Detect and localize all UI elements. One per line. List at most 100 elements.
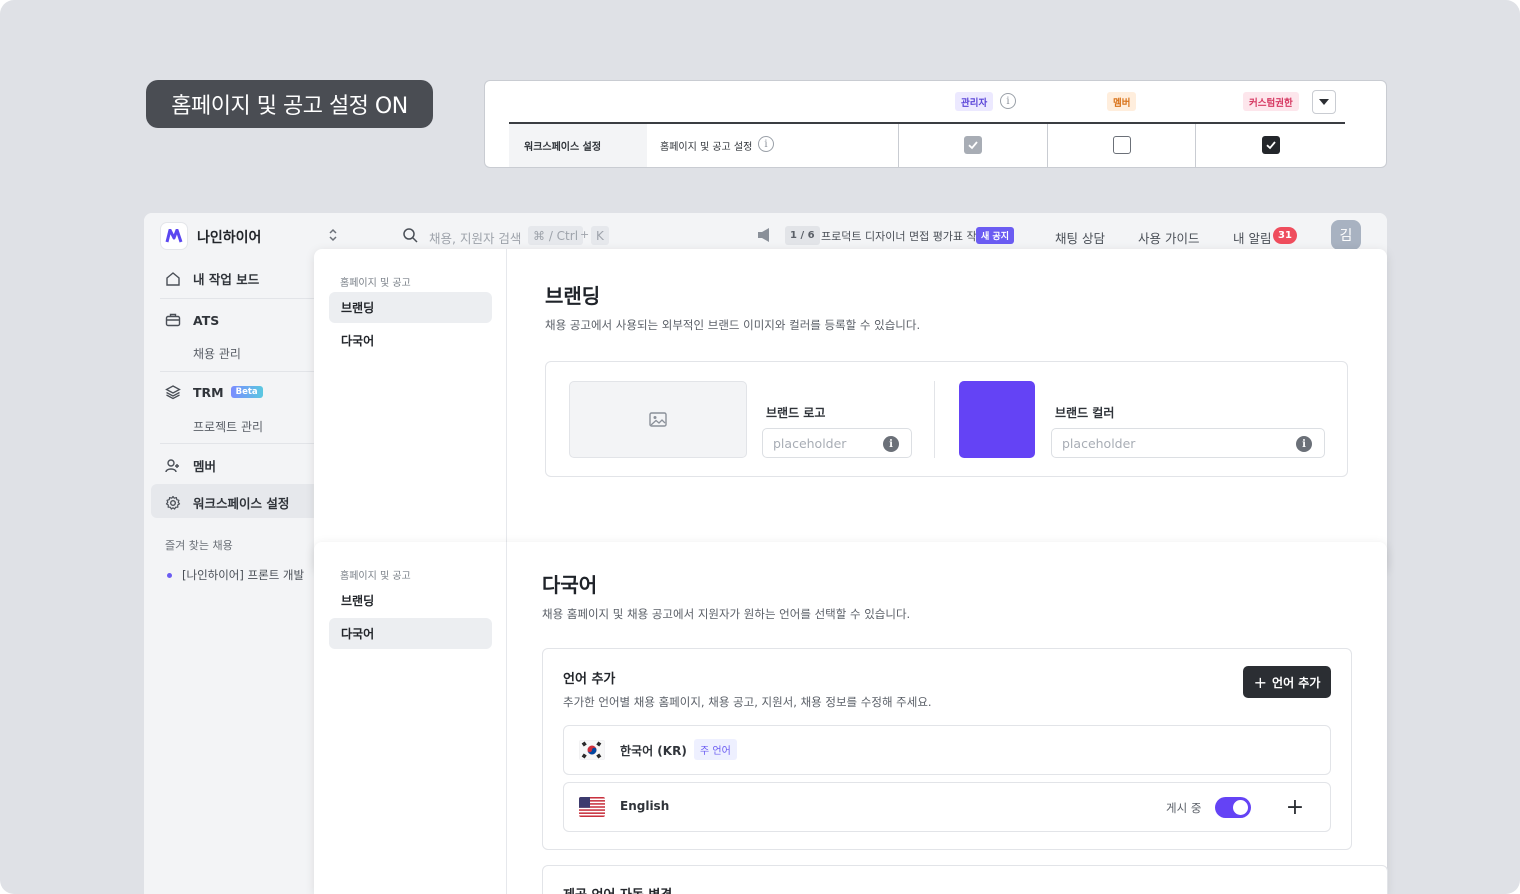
sidebar-sub-recruit[interactable]: 채용 관리 <box>193 345 241 362</box>
us-flag-icon <box>579 797 605 817</box>
notice-text[interactable]: 프로덕트 디자이너 면접 평가표 작... <box>821 228 987 244</box>
auto-language-section: 제공 언어 자동 변경 <box>542 865 1388 894</box>
workspace-name[interactable]: 나인하이어 <box>197 227 261 247</box>
gear-icon <box>164 494 182 512</box>
language-row-ko: 한국어 (KR) 주 언어 <box>563 725 1331 775</box>
alarm-link[interactable]: 내 알림 <box>1233 228 1271 247</box>
permission-name: 홈페이지 및 공고 설정 <box>660 142 753 153</box>
workspace-switch-icon[interactable] <box>328 228 338 242</box>
shortcut-key: ⌘ / Ctrl <box>528 226 584 245</box>
alarm-count-badge: 31 <box>1273 227 1297 244</box>
page-title: 다국어 <box>542 573 598 597</box>
language-row-en: English 게시 중 + <box>563 782 1331 832</box>
plus-icon[interactable]: + <box>1282 794 1308 820</box>
logo-upload[interactable] <box>569 381 747 458</box>
brand-logo-input[interactable]: placeholder i <box>762 428 912 458</box>
subnav-item-branding[interactable]: 브랜딩 <box>329 292 492 323</box>
column-divider <box>898 124 899 168</box>
language-name: English <box>620 799 670 813</box>
avatar[interactable]: 김 <box>1331 220 1361 250</box>
favorite-item-label: [나인하이어] 프론트 개발 <box>182 568 305 582</box>
chevron-down-icon[interactable] <box>1312 90 1336 114</box>
sidebar-item-trm[interactable]: TRM Beta <box>164 383 263 401</box>
admin-checkbox <box>964 136 982 154</box>
page-description: 채용 공고에서 사용되는 외부적인 브랜드 이미지와 컬러를 등록할 수 있습니… <box>545 318 921 332</box>
info-icon[interactable]: i <box>758 136 774 152</box>
sidebar-item-label: 워크스페이스 설정 <box>193 496 290 511</box>
permission-category: 워크스페이스 설정 <box>509 124 647 167</box>
sidebar-item-member[interactable]: 멤버 <box>164 456 216 475</box>
divider <box>934 381 935 458</box>
page-title: 브랜딩 <box>545 284 601 308</box>
role-tag-custom: 커스텀권한 <box>1243 92 1299 111</box>
publish-toggle[interactable] <box>1215 797 1251 818</box>
member-checkbox[interactable] <box>1113 136 1131 154</box>
check-icon <box>1266 141 1276 150</box>
workspace-logo-icon <box>161 223 187 249</box>
permission-table: 관리자 i 멤버 커스텀권한 워크스페이스 설정 홈페이지 및 공고 설정 i <box>484 80 1387 168</box>
settings-subnav: 홈페이지 및 공고 브랜딩 다국어 <box>314 249 507 569</box>
add-user-icon <box>164 457 182 475</box>
guide-link[interactable]: 사용 가이드 <box>1138 228 1199 247</box>
canvas: 홈페이지 및 공고 설정 ON 관리자 i 멤버 커스텀권한 워크스페이스 설정… <box>0 0 1520 894</box>
sidebar-item-label: TRM <box>193 384 224 400</box>
chat-link[interactable]: 채팅 상담 <box>1055 228 1105 247</box>
favorites-title: 즐겨 찾는 채용 <box>165 539 233 552</box>
sidebar-item-label: ATS <box>193 312 220 328</box>
brand-color-swatch[interactable] <box>959 381 1035 458</box>
check-icon <box>968 141 978 150</box>
multilang-card: 홈페이지 및 공고 브랜딩 다국어 다국어 채용 홈페이지 및 채용 공고에서 … <box>314 542 1388 894</box>
role-tag-member: 멤버 <box>1107 92 1137 111</box>
section-title: 제공 언어 자동 변경 <box>563 884 672 894</box>
layers-icon <box>164 383 182 401</box>
sidebar-sub-project[interactable]: 프로젝트 관리 <box>193 418 263 435</box>
language-section: 언어 추가 추가한 언어별 채용 홈페이지, 채용 공고, 지원서, 채용 정보… <box>542 648 1352 850</box>
sidebar-item-ats[interactable]: ATS <box>164 311 219 329</box>
section-description: 추가한 언어별 채용 홈페이지, 채용 공고, 지원서, 채용 정보를 수정해 … <box>563 695 932 709</box>
notice-counter: 1 / 6 <box>785 226 820 245</box>
shortcut-plus: + <box>580 228 590 241</box>
info-icon[interactable]: i <box>1296 436 1312 452</box>
sidebar-item-label: 내 작업 보드 <box>193 272 260 287</box>
subnav-title: 홈페이지 및 공고 <box>340 278 411 289</box>
branding-card: 홈페이지 및 공고 브랜딩 다국어 브랜딩 채용 공고에서 사용되는 외부적인 … <box>314 249 1387 569</box>
image-icon <box>649 412 667 427</box>
add-language-label: 언어 추가 <box>1272 675 1321 690</box>
search-icon <box>403 228 418 243</box>
brand-logo-label: 브랜드 로고 <box>766 406 826 420</box>
column-divider <box>1195 124 1196 168</box>
shortcut-key: K <box>591 226 609 245</box>
subnav-item-multilang[interactable]: 다국어 <box>329 618 492 649</box>
sidebar-item-label: 멤버 <box>193 459 217 474</box>
search-input[interactable]: 채용, 지원자 검색 <box>429 228 521 247</box>
info-icon[interactable]: i <box>1000 93 1016 109</box>
kr-flag-icon <box>579 740 605 760</box>
role-tag-admin: 관리자 <box>955 92 994 111</box>
language-name: 한국어 (KR) <box>620 744 687 758</box>
plus-icon: + <box>1253 672 1268 692</box>
subnav-title: 홈페이지 및 공고 <box>340 571 411 582</box>
custom-checkbox[interactable] <box>1262 136 1280 154</box>
sidebar-item-workspace-settings[interactable]: 워크스페이스 설정 <box>164 493 289 512</box>
column-divider <box>1047 124 1048 168</box>
subnav-item-branding[interactable]: 브랜딩 <box>329 585 492 616</box>
brand-color-input[interactable]: placeholder i <box>1051 428 1325 458</box>
brand-logo-placeholder: placeholder <box>773 435 847 451</box>
megaphone-icon <box>758 228 769 242</box>
brand-color-label: 브랜드 컬러 <box>1055 406 1115 420</box>
brand-color-placeholder: placeholder <box>1062 435 1136 451</box>
page-description: 채용 홈페이지 및 채용 공고에서 지원자가 원하는 언어를 선택할 수 있습니… <box>542 607 911 621</box>
favorite-item[interactable]: [나인하이어] 프론트 개발 <box>167 567 304 583</box>
section-title: 언어 추가 <box>563 672 616 687</box>
settings-subnav: 홈페이지 및 공고 브랜딩 다국어 <box>314 542 507 894</box>
add-language-button[interactable]: + 언어 추가 <box>1243 666 1331 698</box>
feature-label-pill: 홈페이지 및 공고 설정 ON <box>146 80 433 128</box>
subnav-item-multilang[interactable]: 다국어 <box>329 325 492 356</box>
info-icon[interactable]: i <box>883 436 899 452</box>
briefcase-icon <box>164 311 182 329</box>
sidebar-item-dashboard[interactable]: 내 작업 보드 <box>164 269 259 288</box>
branding-box: 브랜드 로고 placeholder i 브랜드 컬러 placeholder … <box>545 361 1348 477</box>
notice-new-badge: 새 공지 <box>976 227 1014 244</box>
beta-badge: Beta <box>230 386 263 398</box>
publish-status: 게시 중 <box>1166 801 1202 815</box>
